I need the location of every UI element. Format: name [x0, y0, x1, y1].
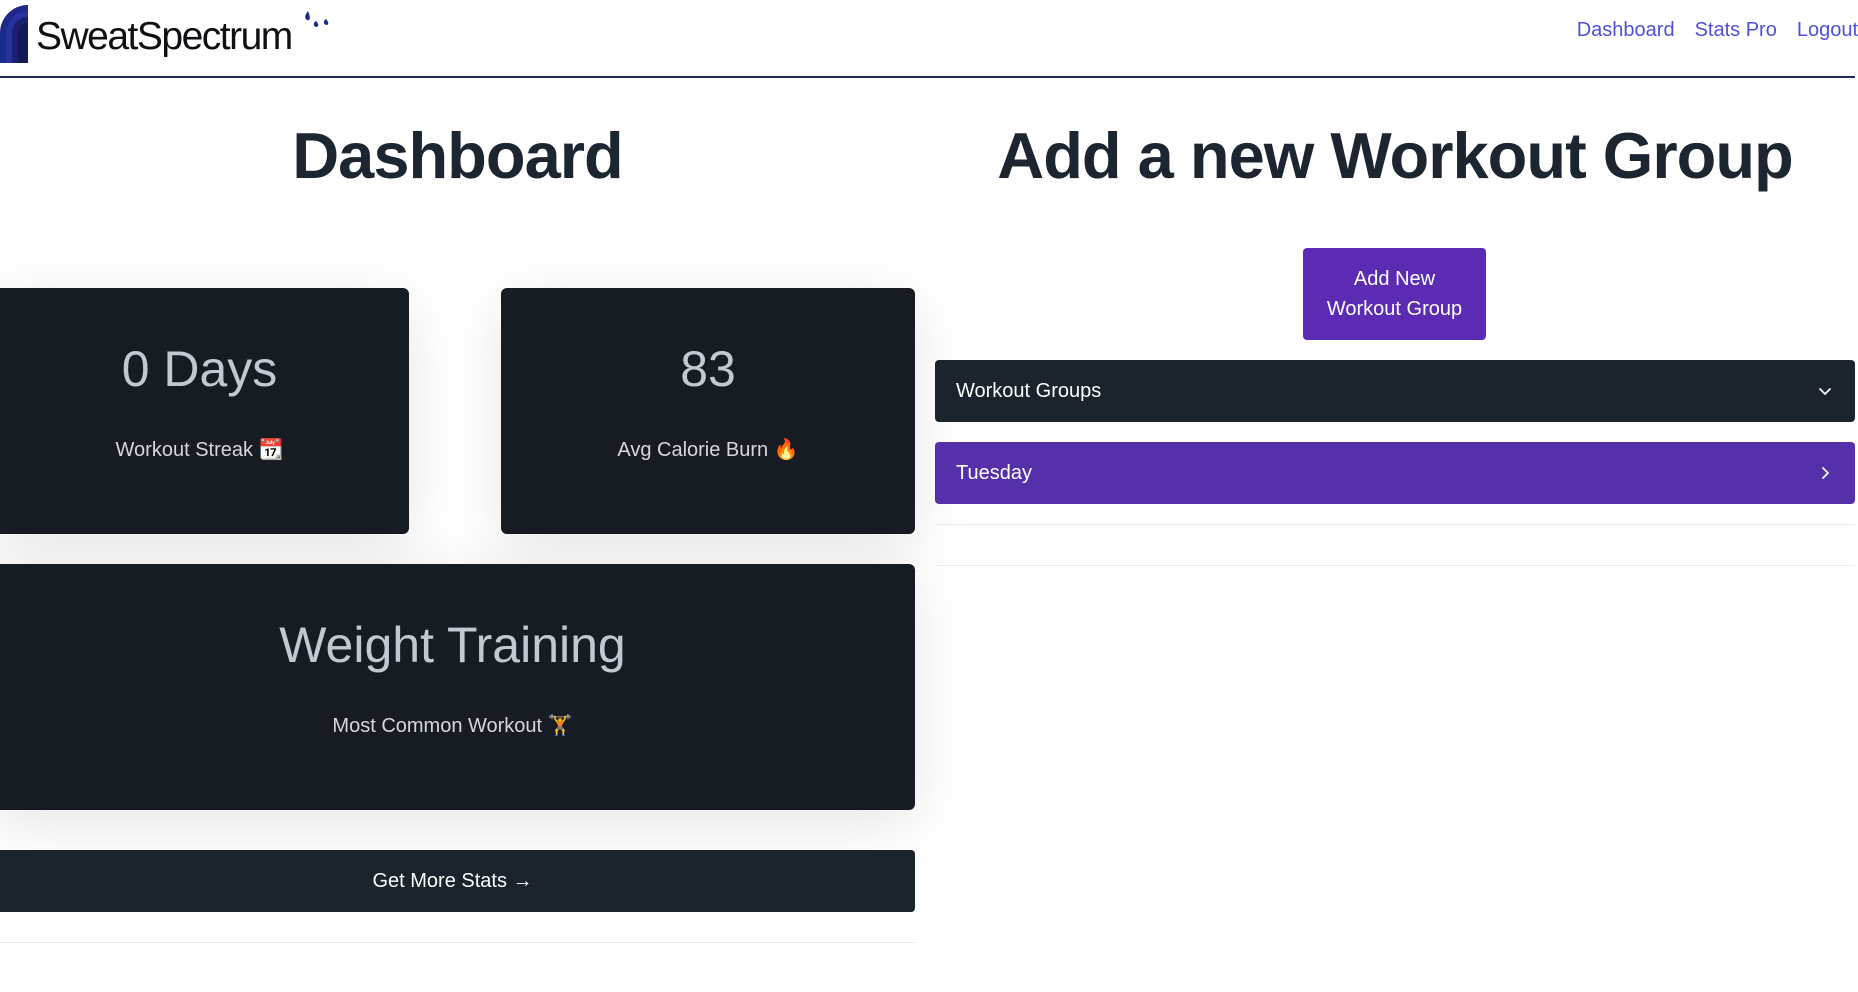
divider: [935, 565, 1855, 566]
dashboard-title: Dashboard: [292, 119, 624, 192]
most-common-workout-label: Most Common Workout 🏋️: [332, 715, 573, 737]
nav-dashboard-link[interactable]: Dashboard: [1577, 19, 1675, 42]
add-button-line2: Workout Group: [1326, 298, 1463, 320]
navbar-divider: [0, 76, 1855, 78]
chevron-right-icon: [1822, 467, 1829, 479]
get-more-stats-button[interactable]: Get More Stats →: [0, 850, 915, 912]
nav-stats-pro-link[interactable]: Stats Pro: [1695, 19, 1777, 42]
add-workout-group-title: Add a new Workout Group: [997, 119, 1794, 192]
navbar: SweatSpectrum Dashboard Stats Pro Logout: [0, 0, 1858, 78]
divider: [0, 942, 915, 943]
brand-name: SweatSpectrum: [36, 15, 293, 58]
chevron-down-icon: [1819, 388, 1831, 395]
sweat-drops-icon: [302, 7, 332, 33]
avg-calorie-value: 83: [680, 341, 736, 397]
avg-calorie-card: 83 Avg Calorie Burn 🔥: [501, 288, 915, 534]
add-new-workout-group-button[interactable]: Add New Workout Group: [1303, 248, 1486, 340]
accordion-label: Workout Groups: [956, 379, 1102, 402]
workout-streak-card: 0 Days Workout Streak 📆: [0, 288, 409, 534]
nav-links: Dashboard Stats Pro Logout: [1577, 19, 1858, 42]
workout-groups-accordion-header[interactable]: Workout Groups: [935, 360, 1855, 422]
nav-logout-link[interactable]: Logout: [1797, 19, 1858, 42]
workout-group-label: Tuesday: [956, 461, 1032, 484]
most-common-workout-card: Weight Training Most Common Workout 🏋️: [0, 564, 915, 810]
divider: [935, 524, 1855, 525]
spectrum-logo-icon: [0, 5, 28, 63]
most-common-workout-value: Weight Training: [279, 617, 626, 673]
workout-streak-value: 0 Days: [121, 341, 278, 397]
add-button-line1: Add New: [1353, 268, 1436, 290]
workout-group-item-tuesday[interactable]: Tuesday: [935, 442, 1855, 504]
workout-streak-label: Workout Streak 📆: [115, 439, 284, 461]
avg-calorie-label: Avg Calorie Burn 🔥: [617, 439, 799, 461]
